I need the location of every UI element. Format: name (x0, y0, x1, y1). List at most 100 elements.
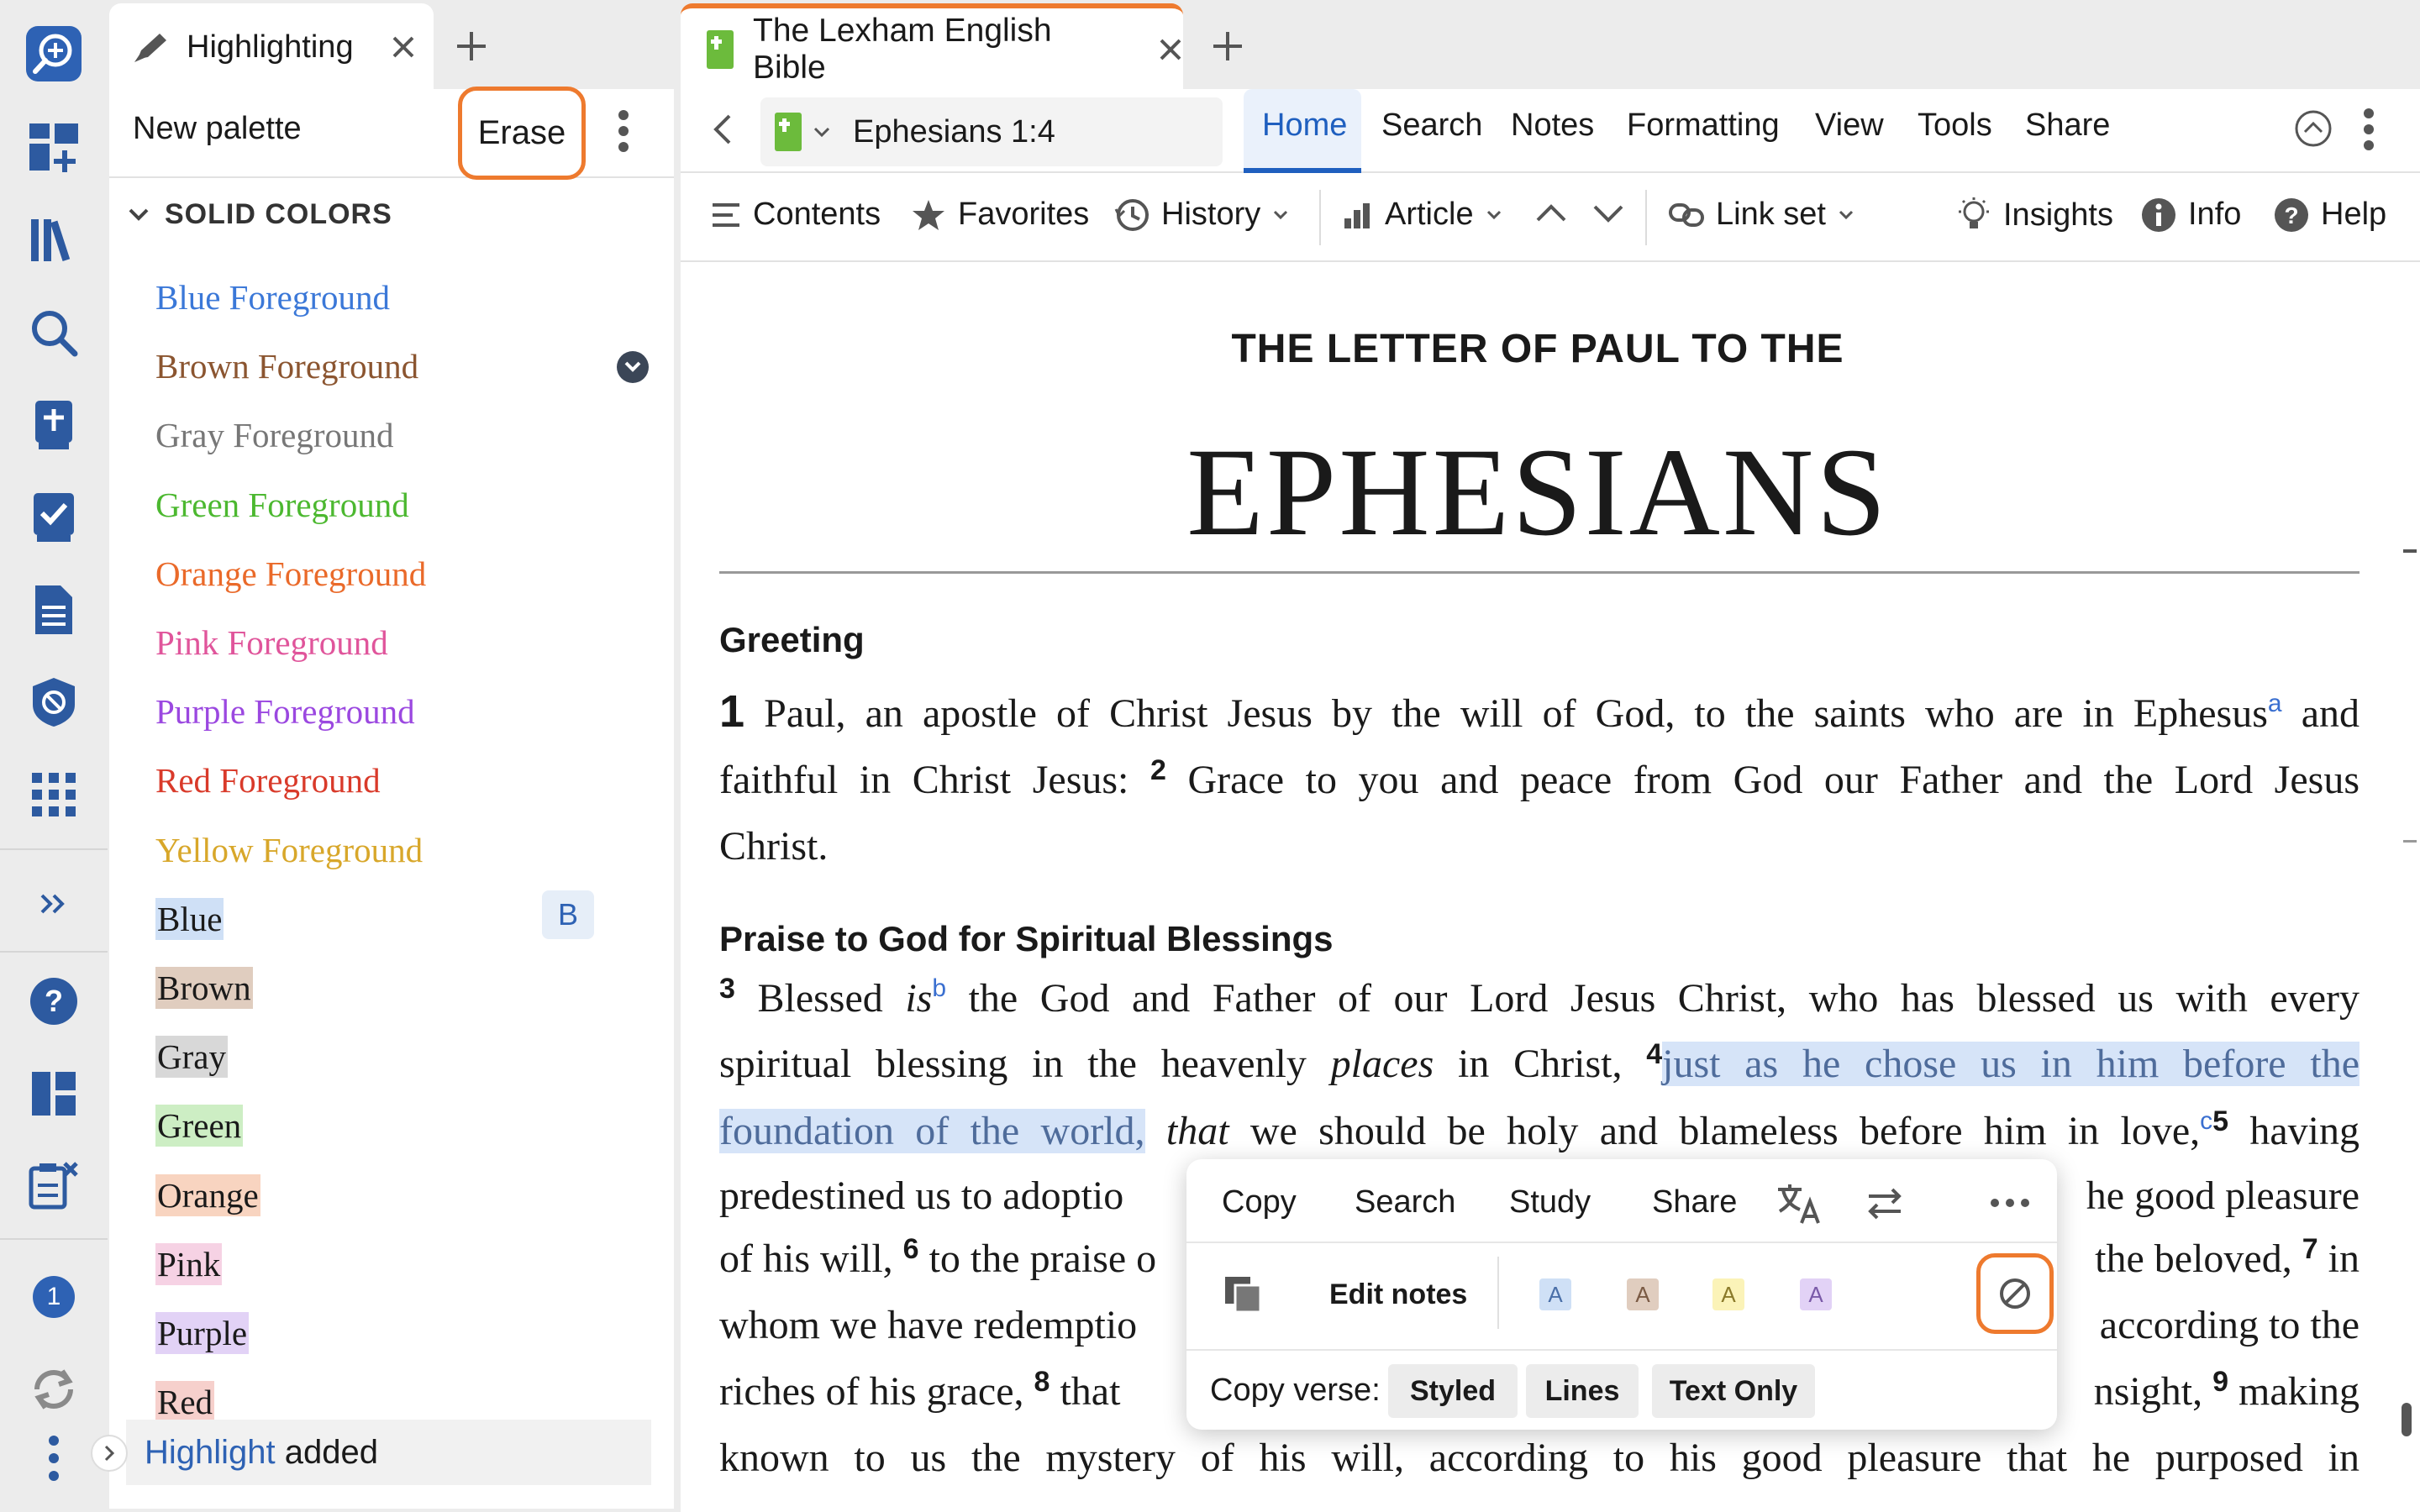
copy-text-only-button[interactable]: Text Only (1652, 1364, 1815, 1418)
bible-book-icon[interactable] (774, 112, 802, 152)
highlight-swatch[interactable]: A (1800, 1278, 1832, 1310)
verse-text[interactable]: places (1331, 1042, 1434, 1086)
popup-study[interactable]: Study (1509, 1184, 1591, 1221)
verse-text[interactable]: making (2228, 1369, 2360, 1414)
verse-text[interactable]: whom we have redemptio (719, 1303, 1137, 1347)
library-icon[interactable] (24, 210, 84, 270)
verse-text[interactable]: Paul, an apostle of Christ Jesus by the … (744, 691, 2268, 736)
verse-number[interactable]: 2 (1150, 754, 1166, 786)
copy-styled-button[interactable]: Styled (1388, 1364, 1518, 1418)
verse-text[interactable]: known to us the mystery of his will, acc… (719, 1436, 2360, 1480)
tab-highlighting[interactable]: Highlighting (109, 3, 434, 91)
palette-item-foreground[interactable]: Orange Foreground (155, 554, 426, 594)
close-tab-icon[interactable] (1158, 37, 1183, 62)
menu-tab-search[interactable]: Search (1381, 108, 1482, 144)
erase-button[interactable]: Erase (458, 87, 586, 180)
section-header-solid-colors[interactable]: SOLID COLORS (128, 198, 392, 231)
verse-text[interactable]: and (2282, 691, 2360, 736)
verse-number[interactable]: 9 (2212, 1366, 2228, 1398)
chevron-right-icon[interactable] (91, 1435, 128, 1472)
menu-tab-tools[interactable]: Tools (1918, 108, 1992, 144)
verse-number[interactable]: 6 (903, 1233, 919, 1265)
popup-copy[interactable]: Copy (1222, 1184, 1297, 1221)
reference-box[interactable]: Ephesians 1:4 (760, 97, 1223, 166)
chevron-down-icon[interactable] (813, 126, 831, 138)
verse-text[interactable]: to the praise o (919, 1236, 1157, 1281)
verse-text[interactable]: the God and Father of our Lord Jesus Chr… (946, 976, 2360, 1021)
menu-tab-view[interactable]: View (1815, 108, 1884, 144)
back-icon[interactable] (711, 113, 733, 146)
palette-item-foreground[interactable]: Pink Foreground (155, 622, 388, 663)
highlighted-text[interactable]: just as he chose us in him before the (1662, 1042, 2360, 1086)
verse-text[interactable]: in Christ, (1434, 1042, 1646, 1086)
verse-text[interactable]: nsight, (2094, 1369, 2212, 1414)
palette-item-foreground[interactable]: Blue Foreground (155, 277, 390, 318)
search-plus-icon[interactable] (24, 24, 84, 84)
toast-link[interactable]: Highlight (145, 1434, 276, 1472)
palette-item-background[interactable]: Brown (155, 967, 253, 1009)
palette-item-foreground[interactable]: Purple Foreground (155, 691, 415, 732)
verse-text[interactable]: spiritual blessing in the heavenly (719, 1042, 1331, 1086)
palette-item-background[interactable]: Gray (155, 1036, 228, 1079)
chevron-up-icon[interactable] (1534, 202, 1568, 223)
contents-button[interactable]: Contents (711, 197, 881, 233)
edit-notes-button[interactable]: Edit notes (1329, 1278, 1467, 1311)
popup-share[interactable]: Share (1652, 1184, 1737, 1221)
verse-text[interactable]: is (905, 976, 932, 1021)
footnote-marker[interactable]: a (2268, 690, 2282, 717)
palette-item-background[interactable]: Blue (155, 897, 224, 940)
footnote-marker[interactable]: b (932, 974, 946, 1002)
palette-item-foreground[interactable]: Red Foreground (155, 760, 381, 801)
verse-text[interactable]: that (1166, 1109, 1229, 1153)
highlighted-text[interactable]: foundation of the world, (719, 1109, 1145, 1153)
palette-item-background[interactable]: Red (155, 1381, 215, 1424)
verse-number[interactable]: 1 (719, 686, 744, 737)
translate-icon[interactable] (1776, 1183, 1822, 1225)
menu-tab-notes[interactable]: Notes (1511, 108, 1594, 144)
help-icon[interactable]: ? (24, 971, 84, 1032)
palette-item-foreground[interactable]: Gray Foreground (155, 415, 394, 455)
palette-item-background[interactable]: Green (155, 1105, 244, 1147)
menu-tab-home[interactable]: Home (1262, 108, 1347, 144)
highlight-swatch[interactable]: A (1627, 1278, 1659, 1310)
verse-text[interactable]: predestined us to adoptio (719, 1173, 1123, 1218)
clipboard-x-icon[interactable] (24, 1156, 84, 1216)
insights-button[interactable]: Insights (1956, 197, 2113, 234)
verse-number[interactable]: 5 (2212, 1105, 2228, 1137)
highlight-swatch[interactable]: A (1712, 1278, 1744, 1310)
shield-icon[interactable] (24, 672, 84, 732)
menu-tab-share[interactable]: Share (2025, 108, 2110, 144)
highlight-swatch[interactable]: A (1539, 1278, 1571, 1310)
expand-icon[interactable] (24, 874, 84, 934)
verse-text[interactable]: the beloved, (2095, 1236, 2302, 1281)
badge-icon[interactable]: 1 (24, 1267, 84, 1327)
swap-icon[interactable] (1865, 1188, 1904, 1220)
verse-text[interactable]: riches of his grace, (719, 1369, 1034, 1414)
palette-item-background[interactable]: Orange (155, 1173, 260, 1216)
footnote-marker[interactable]: c (2200, 1107, 2212, 1135)
scrollbar-thumb[interactable] (2402, 1403, 2412, 1436)
layout-icon[interactable] (24, 1063, 84, 1124)
verse-text[interactable]: according to the (2100, 1303, 2360, 1347)
verse-text[interactable]: that (1050, 1369, 1120, 1414)
copy-lines-button[interactable]: Lines (1526, 1364, 1639, 1418)
link-set-button[interactable]: Link set (1669, 197, 1854, 233)
panel-menu-icon[interactable] (618, 109, 629, 153)
verse-text[interactable]: Grace to you and peace from God our Fath… (1166, 758, 2360, 802)
palette-item-background[interactable]: Pink (155, 1242, 223, 1285)
info-button[interactable]: Info (2141, 197, 2241, 233)
favorites-button[interactable]: Favorites (911, 197, 1089, 233)
verse-text[interactable]: he good pleasure (2086, 1173, 2360, 1218)
verse-number[interactable]: 3 (719, 973, 735, 1005)
verse-text[interactable]: in (2318, 1236, 2360, 1281)
popup-search[interactable]: Search (1355, 1184, 1455, 1221)
close-tab-icon[interactable] (391, 34, 416, 60)
verse-text[interactable]: we should be holy and blameless before h… (1229, 1109, 2200, 1153)
more-vertical-icon[interactable] (24, 1428, 84, 1488)
history-button[interactable]: History (1114, 197, 1289, 233)
chevron-down-icon[interactable] (1591, 203, 1625, 225)
menu-tab-formatting[interactable]: Formatting (1627, 108, 1780, 144)
verse-text[interactable]: of his will, (719, 1236, 903, 1281)
article-button[interactable]: Article (1343, 197, 1502, 233)
document-icon[interactable] (24, 580, 84, 640)
